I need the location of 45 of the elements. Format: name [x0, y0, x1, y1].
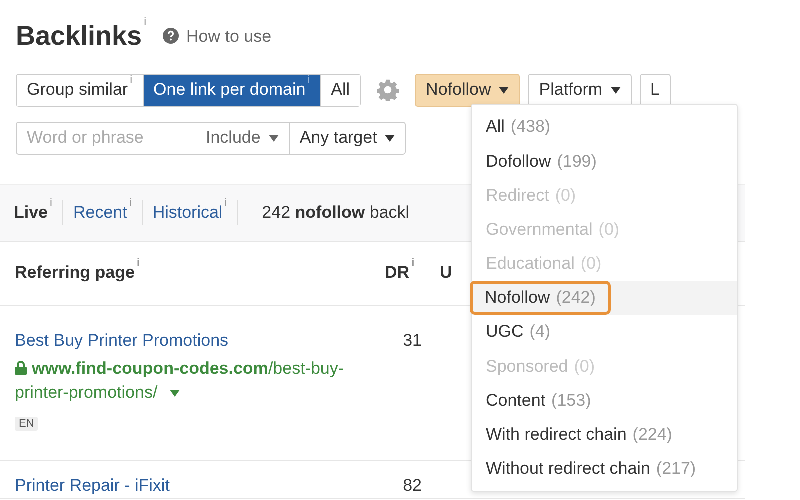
- history-tab[interactable]: Recent$^{i}$: [63, 200, 143, 226]
- menu-item[interactable]: Content (153): [472, 384, 737, 418]
- url-link[interactable]: www.find-coupon-codes.com/best-buy-printer-promotions/: [15, 357, 385, 405]
- filter-button[interactable]: Platform: [528, 74, 632, 106]
- language-tag: EN: [15, 416, 38, 431]
- target-dropdown[interactable]: Any target: [288, 122, 406, 154]
- settings-icon[interactable]: [377, 79, 400, 101]
- caret-icon[interactable]: [170, 390, 180, 397]
- column-header: U: [440, 263, 452, 282]
- menu-item[interactable]: All (438): [472, 110, 737, 144]
- page-title-link[interactable]: Best Buy Printer Promotions: [15, 330, 229, 350]
- dr-value: 31: [403, 330, 422, 350]
- history-tab[interactable]: Historical$^{i}$: [142, 200, 238, 226]
- toggle-button[interactable]: Group similar$^{i}$: [17, 74, 144, 106]
- caret-icon: [610, 87, 621, 94]
- column-header: Referring page: [15, 263, 135, 282]
- info-icon: i: [224, 198, 228, 209]
- include-dropdown[interactable]: Include: [196, 122, 289, 154]
- menu-item[interactable]: Nofollow (242): [472, 280, 737, 316]
- caret-icon: [385, 135, 396, 142]
- info-icon: i: [412, 258, 415, 270]
- info-icon: i: [130, 75, 133, 86]
- info-icon: i: [144, 16, 147, 28]
- info-icon: i: [136, 258, 140, 270]
- menu-item[interactable]: With redirect chain (224): [472, 418, 737, 452]
- info-icon: i: [50, 198, 52, 209]
- page-title-link[interactable]: Printer Repair - iFixit: [15, 476, 170, 494]
- column-header: DR: [385, 263, 410, 282]
- info-icon: i: [308, 75, 310, 86]
- history-tab[interactable]: Live$^{i}$: [4, 200, 64, 226]
- filter-button[interactable]: L: [640, 74, 672, 106]
- menu-item[interactable]: Without redirect chain (217): [472, 452, 737, 486]
- help-link[interactable]: How to use: [162, 24, 272, 49]
- caret-icon: [499, 87, 510, 94]
- caret-icon: [268, 135, 279, 142]
- summary-text: 242 nofollow backl: [262, 202, 410, 224]
- menu-item[interactable]: UGC (4): [472, 315, 737, 350]
- dr-value: 82: [403, 476, 422, 494]
- filter-button[interactable]: Nofollow: [415, 74, 520, 106]
- search-field[interactable]: Word or phrase: [16, 122, 196, 154]
- info-icon: i: [129, 198, 132, 209]
- page-title: Backlinks: [16, 20, 142, 53]
- menu-item[interactable]: Dofollow (199): [472, 144, 737, 178]
- help-icon: [162, 28, 179, 44]
- toggle-button[interactable]: One link per domain$^{i}$: [144, 74, 322, 106]
